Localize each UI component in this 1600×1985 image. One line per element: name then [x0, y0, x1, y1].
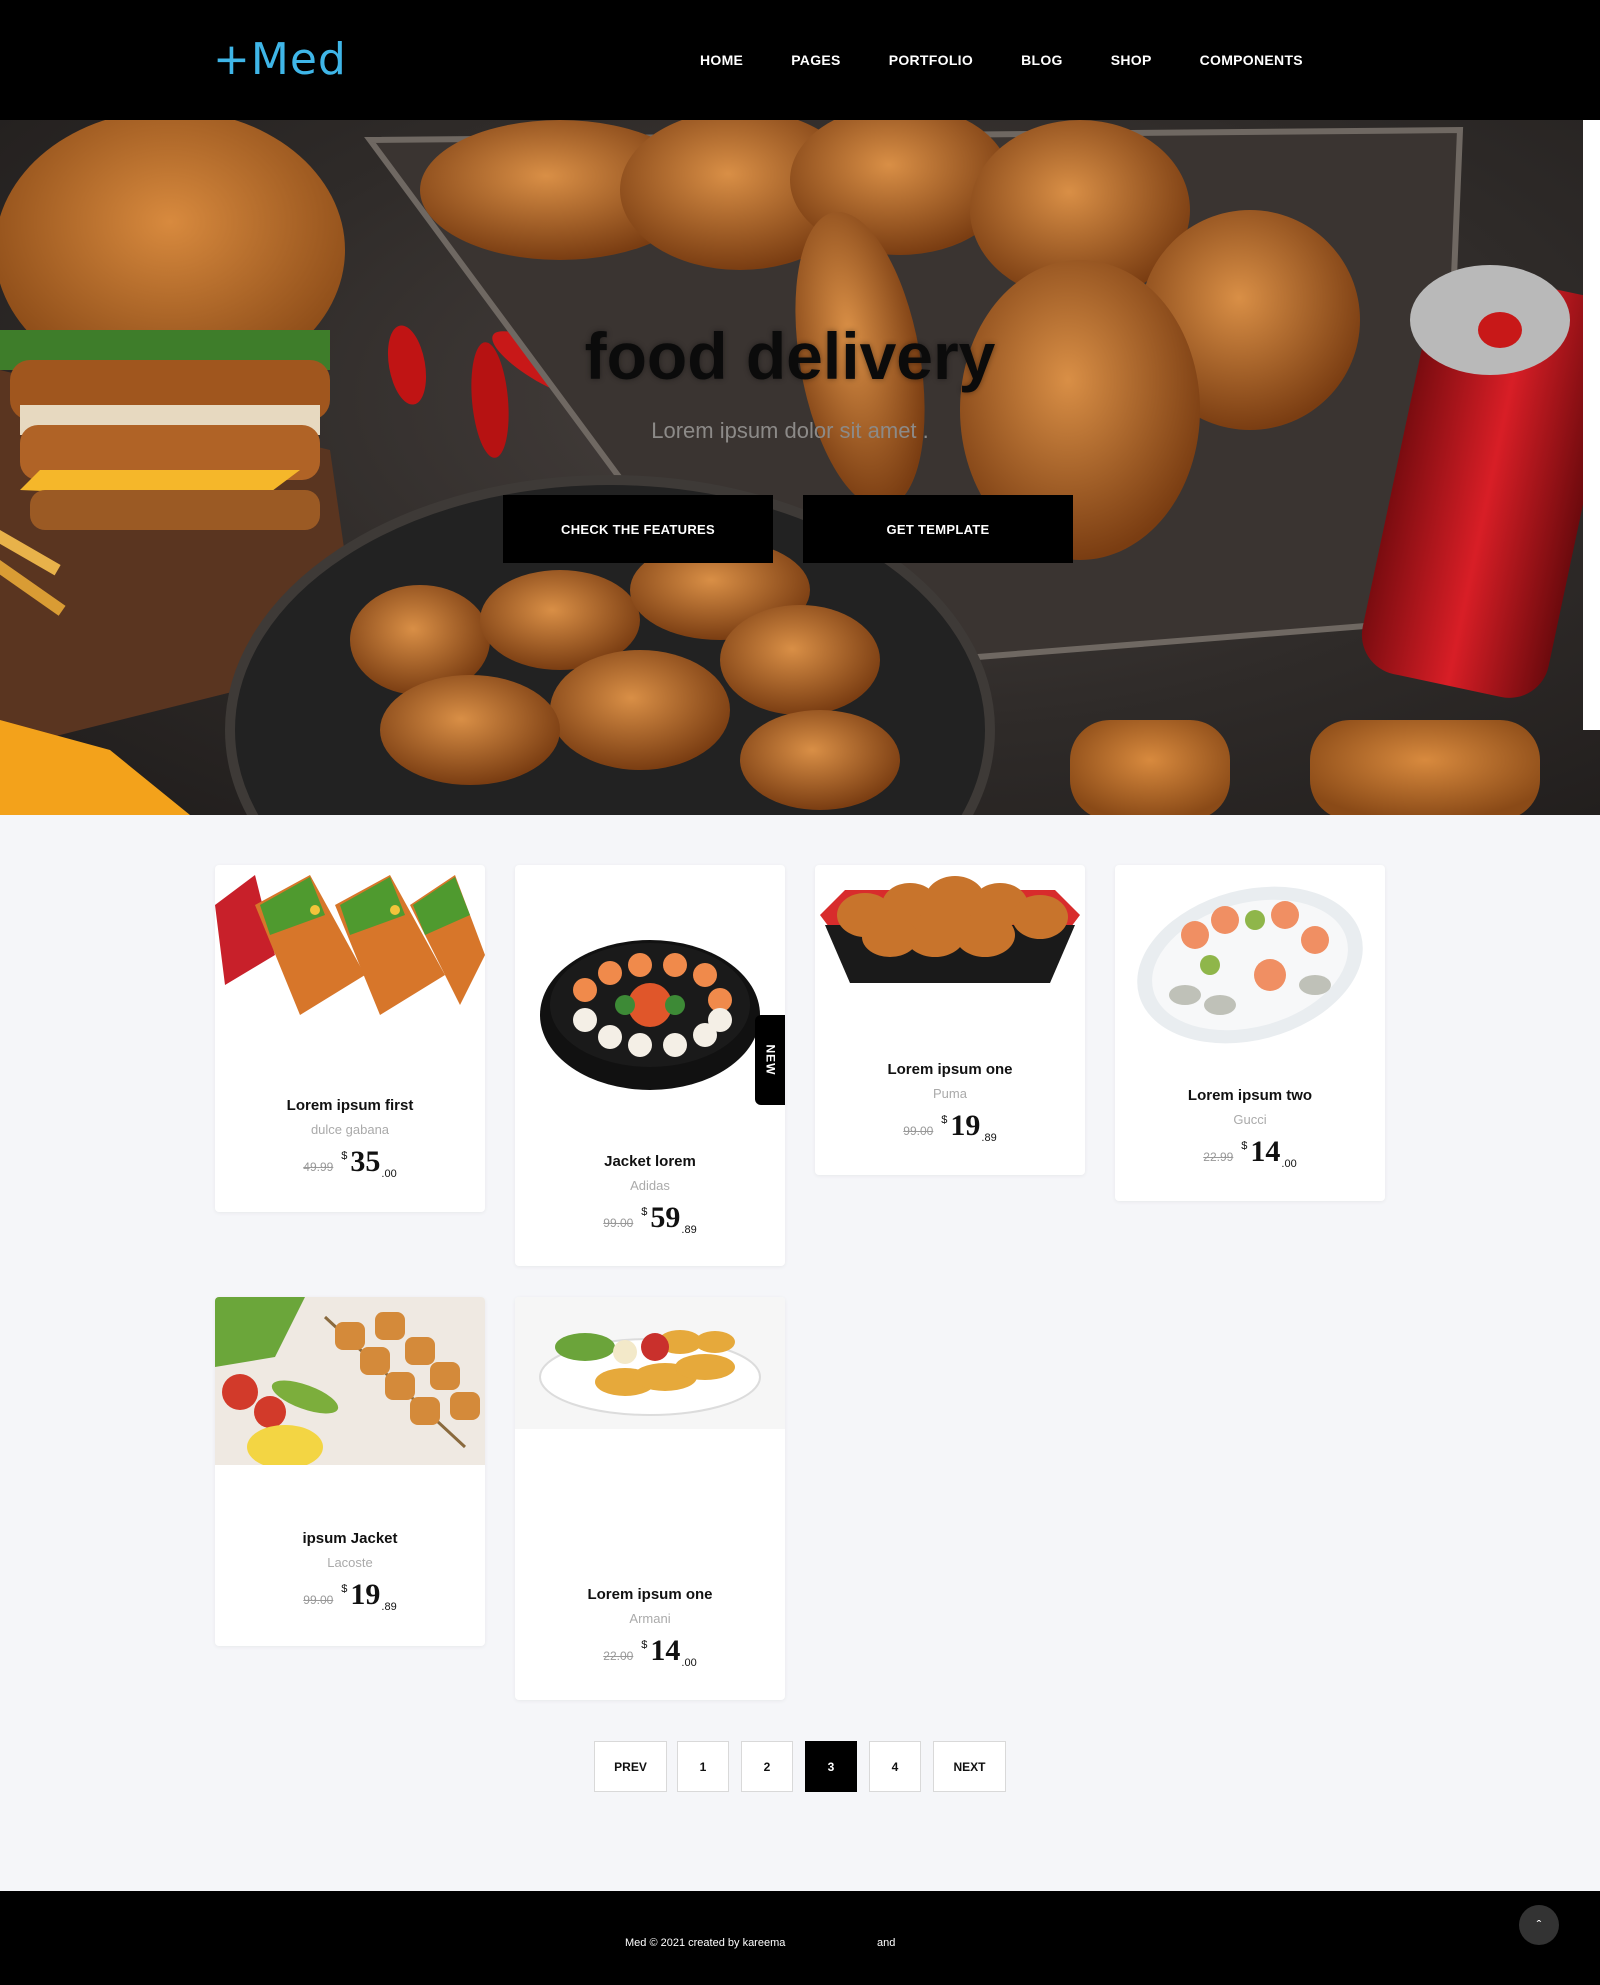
product-brand: Adidas — [630, 1178, 670, 1193]
scroll-to-top-button[interactable]: ˆ — [1519, 1905, 1559, 1945]
product-card[interactable]: Lorem ipsum two Gucci 22.99 $ 14.00 — [1115, 865, 1385, 1201]
currency-symbol: $ — [641, 1206, 648, 1218]
product-card[interactable]: Lorem ipsum one Puma 99.00 $ 19.89 — [815, 865, 1085, 1175]
price-cents: .00 — [381, 1168, 397, 1180]
old-price: 22.00 — [603, 1648, 634, 1663]
price-cents: .89 — [381, 1601, 397, 1613]
new-badge-label: NEW — [763, 1044, 777, 1076]
tacos-image — [215, 865, 485, 1015]
navbar: +Med HOME PAGES PORTFOLIO BLOG SHOP COMP… — [0, 0, 1600, 120]
next-page-button[interactable]: NEXT — [933, 1741, 1006, 1792]
price-main: 19 — [950, 1109, 981, 1142]
old-price: 99.00 — [903, 1123, 934, 1138]
product-name[interactable]: Lorem ipsum two — [1115, 1087, 1385, 1104]
product-name[interactable]: ipsum Jacket — [215, 1530, 485, 1547]
product-price: 22.99 $ 14.00 — [1115, 1135, 1385, 1170]
footer: Med © 2021 created by kareema and ˆ — [0, 1891, 1600, 1985]
old-price: 99.00 — [303, 1592, 334, 1607]
price-cents: .00 — [1281, 1158, 1297, 1170]
price-main: 35 — [350, 1145, 381, 1178]
product-card[interactable]: ipsum Jacket Lacoste 99.00 $ 19.89 — [215, 1297, 485, 1646]
currency-symbol: $ — [341, 1583, 348, 1595]
page-4-button[interactable]: 4 — [869, 1741, 921, 1792]
price-main: 14 — [1250, 1135, 1281, 1168]
price-cents: .89 — [681, 1224, 697, 1236]
product-card[interactable]: Lorem ipsum first dulce gabana 49.99 $ 35.… — [215, 865, 485, 1212]
product-brand: Gucci — [1233, 1112, 1267, 1127]
seafood-platter-image — [1115, 865, 1385, 1065]
price-main: 59 — [650, 1201, 681, 1234]
footer-and: and — [877, 1937, 896, 1949]
product-brand: Armani — [629, 1611, 671, 1626]
product-price: 99.00 $ 59.89 — [515, 1201, 785, 1236]
currency-symbol: $ — [341, 1150, 348, 1162]
prev-page-button[interactable]: PREV — [594, 1741, 667, 1792]
kebab-skewers-image — [215, 1297, 485, 1465]
hero-banner: food delivery Lorem ipsum dolor sit amet… — [0, 120, 1600, 815]
nav-components[interactable]: COMPONENTS — [1200, 52, 1303, 68]
product-name[interactable]: Lorem ipsum one — [515, 1586, 785, 1603]
fried-shrimp-plate-image — [515, 1297, 785, 1429]
price-cents: .00 — [681, 1657, 697, 1669]
old-price: 49.99 — [303, 1159, 334, 1174]
currency-symbol: $ — [641, 1639, 648, 1651]
hero-scrollbar — [1583, 120, 1600, 730]
new-badge: NEW — [755, 1015, 785, 1105]
footer-credit: Med © 2021 created by kareema — [625, 1937, 786, 1949]
hero-subtitle: Lorem ipsum dolor sit amet . — [651, 418, 929, 443]
product-name[interactable]: Jacket lorem — [515, 1153, 785, 1170]
price-main: 19 — [350, 1578, 381, 1611]
product-brand: dulce gabana — [310, 1122, 390, 1137]
chevron-up-icon: ˆ — [1536, 1917, 1542, 1933]
nav-shop[interactable]: SHOP — [1111, 52, 1152, 68]
currency-symbol: $ — [941, 1114, 948, 1126]
price-cents: .89 — [981, 1132, 997, 1144]
product-price: 99.00 $ 19.89 — [215, 1578, 485, 1613]
main-nav: HOME PAGES PORTFOLIO BLOG SHOP COMPONENT… — [700, 0, 1351, 120]
product-price: 22.00 $ 14.00 — [515, 1634, 785, 1669]
hero-title: food delivery — [584, 319, 996, 393]
currency-symbol: $ — [1241, 1140, 1248, 1152]
hero-food-image — [0, 120, 1600, 815]
product-brand: Puma — [933, 1086, 967, 1101]
nav-home[interactable]: HOME — [700, 52, 743, 68]
nav-portfolio[interactable]: PORTFOLIO — [889, 52, 973, 68]
check-features-button[interactable]: CHECK THE FEATURES — [503, 495, 773, 563]
product-price: 49.99 $ 35.00 — [215, 1145, 485, 1180]
price-main: 14 — [650, 1634, 681, 1667]
get-template-button[interactable]: GET TEMPLATE — [803, 495, 1073, 563]
product-price: 99.00 $ 19.89 — [815, 1109, 1085, 1144]
product-card[interactable]: Lorem ipsum one Armani 22.00 $ 14.00 — [515, 1297, 785, 1700]
page-1-button[interactable]: 1 — [677, 1741, 729, 1792]
product-card[interactable]: NEW Jacket lorem Adidas 99.00 $ 59.89 — [515, 865, 785, 1266]
fried-chicken-basket-image — [815, 865, 1085, 985]
old-price: 99.00 — [603, 1215, 634, 1230]
product-brand: Lacoste — [327, 1555, 373, 1570]
nav-pages[interactable]: PAGES — [791, 52, 840, 68]
old-price: 22.99 — [1203, 1149, 1234, 1164]
product-name[interactable]: Lorem ipsum first — [215, 1097, 485, 1114]
product-name[interactable]: Lorem ipsum one — [815, 1061, 1085, 1078]
page-2-button[interactable]: 2 — [741, 1741, 793, 1792]
logo[interactable]: +Med — [213, 34, 347, 85]
page-3-button[interactable]: 3 — [805, 1741, 857, 1792]
nav-blog[interactable]: BLOG — [1021, 52, 1063, 68]
sushi-platter-image — [515, 865, 785, 1135]
